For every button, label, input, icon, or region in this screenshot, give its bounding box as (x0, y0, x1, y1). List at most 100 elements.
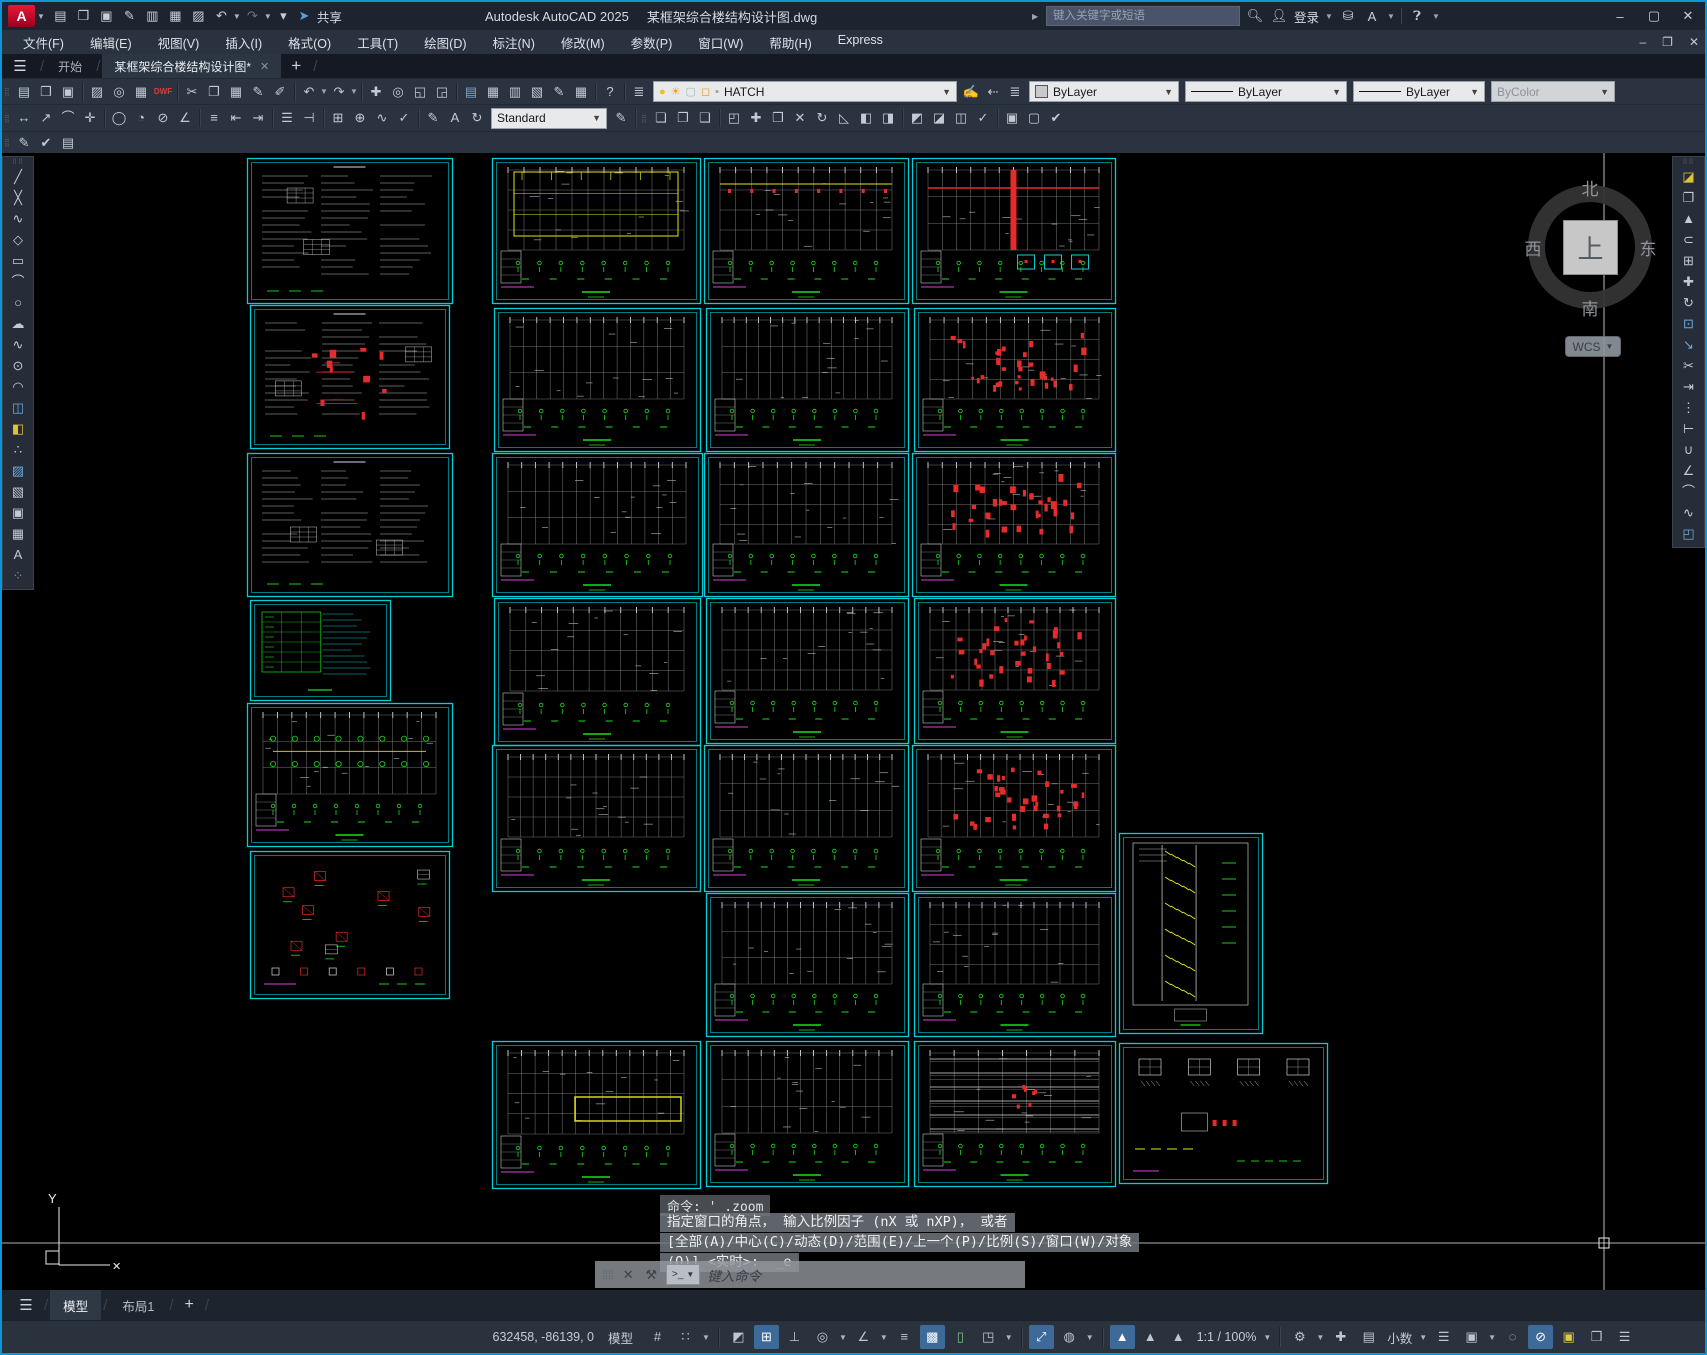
wcs-dropdown[interactable]: WCS ▼ (1565, 336, 1621, 357)
toolbar-grip[interactable]: ⠿⠿ (12, 159, 24, 166)
save-reference-edits-icon[interactable]: ✔ (35, 133, 57, 153)
3d-object-snap-toggle-caret[interactable]: ▼ (1005, 1333, 1013, 1342)
redo-icon-caret[interactable]: ▼ (350, 87, 358, 96)
layer-color-swatch[interactable]: ▪ (715, 86, 719, 98)
drawing-sheet[interactable] (705, 307, 910, 453)
units-value-caret[interactable]: ▼ (1419, 1333, 1427, 1342)
grid-display-toggle[interactable]: # (645, 1325, 670, 1349)
annotation-scale-value[interactable]: 1:1 / 100% (1194, 1330, 1260, 1344)
drawing-sheet[interactable] (913, 597, 1117, 745)
signin-button[interactable]: 登录 (1294, 7, 1319, 26)
blend-icon[interactable]: ✐ (269, 82, 291, 102)
redo-icon-caret[interactable]: ▼ (264, 12, 272, 21)
annotation-scale-value-caret[interactable]: ▼ (1263, 1333, 1271, 1342)
menu-插入(I)[interactable]: 插入(I) (212, 33, 275, 52)
menu-修改(M)[interactable]: 修改(M) (548, 33, 618, 52)
quickcalc-icon[interactable]: ▦ (570, 82, 592, 102)
undo-icon[interactable]: ↶ (298, 82, 320, 102)
region-icon[interactable]: ▣ (6, 503, 30, 523)
ellipse-icon[interactable]: ⊙ (6, 356, 30, 376)
drawing-sheet[interactable] (913, 307, 1117, 453)
open-icon[interactable]: ❒ (35, 82, 57, 102)
drawing-sheet[interactable] (491, 157, 702, 305)
redo-icon[interactable]: ↷ (241, 5, 264, 27)
mtext-icon[interactable]: A (6, 545, 30, 565)
search-input[interactable] (1046, 6, 1240, 26)
command-recent-icon[interactable]: >_ ▼ (666, 1264, 701, 1285)
open-from-mobile-icon[interactable]: ▥ (141, 5, 164, 27)
toolbar-grip[interactable]: ⣿ (641, 114, 648, 123)
selection-cycling-toggle[interactable]: ◍ (1057, 1325, 1082, 1349)
import-status-icon[interactable]: ▣ (1556, 1325, 1581, 1349)
continue-dimension-icon[interactable]: ⇥ (247, 108, 269, 128)
close-reference-icon[interactable]: ▤ (57, 133, 79, 153)
infer-constraints-toggle[interactable]: ◩ (726, 1325, 751, 1349)
drawing-sheet[interactable] (493, 307, 702, 453)
layer-dropdown-caret-icon[interactable]: ▼ (942, 87, 951, 97)
save-icon[interactable]: ▣ (57, 82, 79, 102)
undo-icon[interactable]: ↶ (210, 5, 233, 27)
angular-dimension-icon[interactable]: ∠ (174, 108, 196, 128)
drawing-sheet[interactable] (703, 157, 910, 305)
tool-palettes-icon[interactable]: ▥ (504, 82, 526, 102)
3d-object-snap-toggle[interactable]: ◳ (976, 1325, 1001, 1349)
viewcube-east-label[interactable]: 东 (1636, 235, 1660, 260)
new-layout-button[interactable]: + (175, 1296, 202, 1314)
imprint-icon[interactable]: ◫ (950, 108, 972, 128)
clean-screen-toggle[interactable]: ❒ (1584, 1325, 1609, 1349)
circle-icon[interactable]: ○ (6, 293, 30, 313)
snap-mode-toggle-caret[interactable]: ▼ (702, 1333, 710, 1342)
model-space-button[interactable]: 模型 (608, 1328, 633, 1347)
isometric-drafting-toggle-caret[interactable]: ▼ (880, 1333, 888, 1342)
rotate-icon[interactable]: ↻ (1677, 293, 1701, 313)
mirror-icon[interactable]: ▲ (1677, 209, 1701, 229)
menu-视图(V)[interactable]: 视图(V) (145, 33, 213, 52)
annotation-scale-icon[interactable]: ▲ (1166, 1325, 1191, 1349)
new-tab-button[interactable]: + (281, 56, 311, 76)
extrude-faces-icon[interactable]: ◰ (723, 108, 745, 128)
rectangle-icon[interactable]: ▭ (6, 251, 30, 271)
fillet-icon[interactable]: ⌒ (1677, 482, 1701, 502)
maximize-button[interactable]: ▢ (1637, 2, 1671, 30)
hatch-icon[interactable]: ▨ (6, 461, 30, 481)
revcloud-icon[interactable]: ☁ (6, 314, 30, 334)
drawing-sheet[interactable] (249, 304, 451, 450)
polar-tracking-toggle[interactable]: ◎ (810, 1325, 835, 1349)
drawing-sheet[interactable] (246, 702, 454, 848)
designcenter-icon[interactable]: ▦ (482, 82, 504, 102)
minimize-button[interactable]: – (1603, 2, 1637, 30)
help-caret-icon[interactable]: ▼ (1432, 12, 1440, 21)
plot-preview-icon[interactable]: ◎ (108, 82, 130, 102)
undo-icon-caret[interactable]: ▼ (320, 87, 328, 96)
tab-close-icon[interactable]: ✕ (260, 60, 269, 73)
drawing-sheet[interactable] (703, 744, 910, 893)
annotation-monitor-toggle[interactable]: ✚ (1328, 1325, 1353, 1349)
toolbar-grip[interactable]: ⣿ (4, 138, 11, 147)
search-icon[interactable]: 🔍︎ (1246, 8, 1264, 24)
drawing-sheet[interactable] (491, 1040, 702, 1190)
command-customize-wrench-icon[interactable]: ⚒ (643, 1267, 659, 1283)
copy-edges-icon[interactable]: ◩ (906, 108, 928, 128)
make-object-layer-current-icon[interactable]: ✍ (960, 82, 982, 102)
zoom-previous-icon[interactable]: ◲ (431, 82, 453, 102)
tab-drawing[interactable]: 某框架综合楼结构设计图* ✕ (102, 54, 282, 78)
polyline-icon[interactable]: ∿ (6, 209, 30, 229)
sheet-set-manager-icon[interactable]: ▧ (526, 82, 548, 102)
toolbar-grip[interactable]: ⣿ (4, 87, 11, 96)
search-expand-icon[interactable]: ▶ (1032, 12, 1040, 21)
drawing-sheet[interactable] (705, 597, 910, 745)
command-input-bar[interactable]: ⣿⣿ ✕ ⚒ >_ ▼ 键入命令 (595, 1261, 1025, 1288)
qat-menu-icon[interactable]: ▾ (272, 5, 295, 27)
stretch-icon[interactable]: ↘ (1677, 335, 1701, 355)
drawing-sheet[interactable] (491, 452, 704, 598)
move-icon[interactable]: ✚ (1677, 272, 1701, 292)
polar-tracking-toggle-caret[interactable]: ▼ (839, 1333, 847, 1342)
lock-ui-toggle[interactable]: ▣ (1459, 1325, 1484, 1349)
drawing-sheet[interactable] (493, 597, 702, 747)
toolbar-grip[interactable]: ⣿ (4, 114, 11, 123)
color-faces-icon[interactable]: ◨ (877, 108, 899, 128)
radius-dimension-icon[interactable]: ◯ (108, 108, 130, 128)
zoom-realtime-icon[interactable]: ◎ (387, 82, 409, 102)
application-menu-caret-icon[interactable]: ▼ (37, 12, 45, 21)
point-style-icon[interactable]: ⁘ (6, 566, 30, 586)
